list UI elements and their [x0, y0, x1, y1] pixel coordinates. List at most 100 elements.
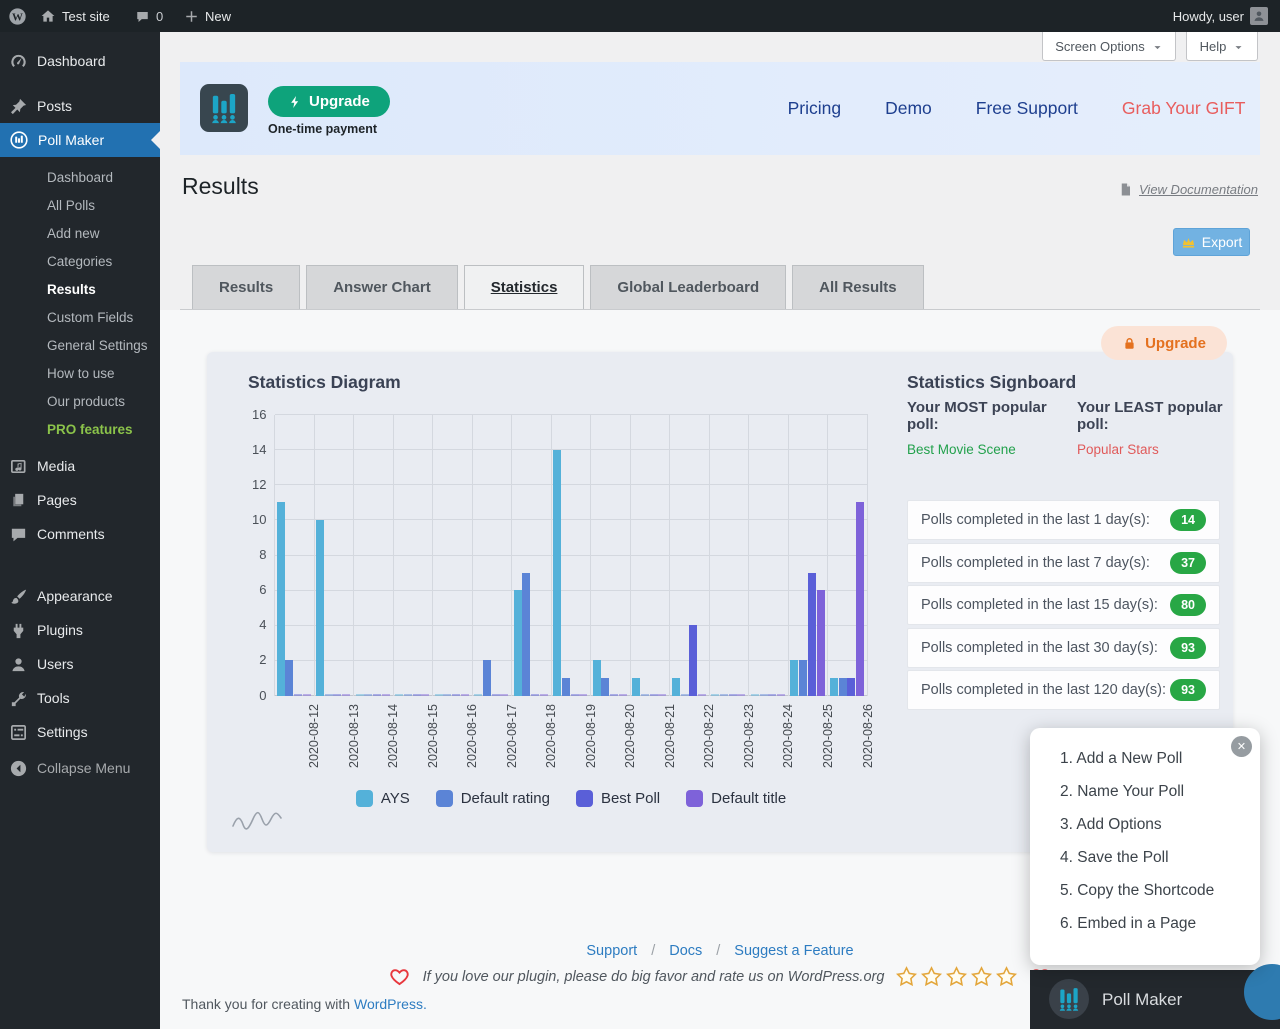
nav-link-demo[interactable]: Demo [885, 98, 932, 119]
crown-icon [1181, 235, 1196, 250]
signboard-title: Statistics Signboard [907, 372, 1076, 393]
sidebar-subitem-how-to-use[interactable]: How to use [0, 361, 160, 387]
results-tabs: ResultsAnswer ChartStatisticsGlobal Lead… [192, 265, 924, 309]
legend-item-ays[interactable]: AYS [356, 790, 410, 807]
bar-default-title-2020-08-18 [540, 694, 548, 696]
one-time-payment-note: One-time payment [268, 122, 398, 136]
sidebar-subitem-results[interactable]: Results [0, 277, 160, 303]
bar-default-rating-2020-08-22 [681, 694, 689, 696]
upgrade-button[interactable]: Upgrade [268, 86, 390, 117]
poll-maker-logo [200, 84, 248, 132]
nav-link-free-support[interactable]: Free Support [976, 98, 1078, 119]
legend-swatch [356, 790, 373, 807]
bar-default-rating-2020-08-18 [522, 573, 530, 696]
star-icon[interactable] [971, 966, 992, 987]
sidebar-subitem-pro-features[interactable]: PRO features [0, 417, 160, 443]
chart-title: Statistics Diagram [248, 372, 401, 393]
polls-completed-row: Polls completed in the last 15 day(s):80 [907, 585, 1220, 625]
legend-swatch [436, 790, 453, 807]
sidebar-item-pages[interactable]: Pages [0, 483, 160, 517]
x-axis-tick-label: 2020-08-17 [505, 704, 519, 794]
nav-link-grab-your-gift[interactable]: Grab Your GIFT [1122, 98, 1246, 119]
sidebar-item-appearance[interactable]: Appearance [0, 579, 160, 613]
bar-best-poll-2020-08-25 [808, 573, 816, 696]
comments-shortcut[interactable]: 0 [135, 0, 163, 32]
sidebar-item-users[interactable]: Users [0, 647, 160, 681]
sidebar-item-media[interactable]: Media [0, 449, 160, 483]
sidebar-item-comments[interactable]: Comments [0, 517, 160, 551]
sidebar-subitem-dashboard[interactable]: Dashboard [0, 165, 160, 191]
sidebar-subitem-our-products[interactable]: Our products [0, 389, 160, 415]
comments-count: 0 [156, 9, 163, 24]
help-button[interactable]: Help [1186, 32, 1258, 61]
bar-default-rating-2020-08-21 [641, 694, 649, 696]
close-icon[interactable]: ✕ [1231, 736, 1252, 757]
wp-admin-bar: W Test site 0 New Howdy, user [0, 0, 1280, 32]
legend-item-default-title[interactable]: Default title [686, 790, 786, 807]
sidebar-subitem-custom-fields[interactable]: Custom Fields [0, 305, 160, 331]
sidebar-item-tools[interactable]: Tools [0, 681, 160, 715]
polls-completed-row: Polls completed in the last 7 day(s):37 [907, 543, 1220, 583]
statistics-upgrade-pill[interactable]: Upgrade [1101, 326, 1227, 360]
sidebar-item-plugins[interactable]: Plugins [0, 613, 160, 647]
legend-item-default-rating[interactable]: Default rating [436, 790, 550, 807]
bar-ays-2020-08-21 [632, 678, 640, 696]
polls-completed-badge: 80 [1170, 594, 1206, 616]
screen-options-button[interactable]: Screen Options [1042, 32, 1176, 61]
sidebar-item-label: Pages [37, 492, 77, 508]
site-name-link[interactable]: Test site [40, 0, 110, 32]
legend-item-best-poll[interactable]: Best Poll [576, 790, 660, 807]
sidebar-subitem-categories[interactable]: Categories [0, 249, 160, 275]
poll-maker-results-page: W Test site 0 New Howdy, user Dashboard P… [0, 0, 1280, 1029]
polls-completed-label: Polls completed in the last 1 day(s): [921, 512, 1150, 528]
footer-link-support[interactable]: Support [586, 943, 637, 959]
home-icon [40, 8, 56, 24]
star-icon[interactable] [896, 966, 917, 987]
x-axis-tick-label: 2020-08-21 [663, 704, 677, 794]
star-icon[interactable] [996, 966, 1017, 987]
star-icon[interactable] [921, 966, 942, 987]
tab-results[interactable]: Results [192, 265, 300, 309]
tab-answer-chart[interactable]: Answer Chart [306, 265, 458, 309]
wp-admin-sidebar: DashboardPostsPoll MakerDashboardAll Pol… [0, 32, 160, 1029]
sidebar-item-label: Dashboard [37, 53, 106, 69]
tab-statistics[interactable]: Statistics [464, 265, 585, 309]
poll-maker-logo [1049, 979, 1089, 1019]
sidebar-item-dashboard[interactable]: Dashboard [0, 44, 160, 78]
comment-bubble-icon [135, 8, 150, 24]
tab-all-results[interactable]: All Results [792, 265, 924, 309]
gridline-v [788, 415, 789, 696]
bar-default-title-2020-08-17 [500, 694, 508, 696]
footer-link-suggest-a-feature[interactable]: Suggest a Feature [734, 943, 853, 959]
wordpress-link[interactable]: WordPress. [354, 996, 427, 1012]
bar-default-rating-2020-08-25 [799, 660, 807, 695]
legend-label: Default title [711, 790, 786, 807]
star-icon[interactable] [946, 966, 967, 987]
sidebar-subitem-all-polls[interactable]: All Polls [0, 193, 160, 219]
nav-link-pricing[interactable]: Pricing [788, 98, 842, 119]
export-button[interactable]: Export [1173, 228, 1250, 256]
tab-global-leaderboard[interactable]: Global Leaderboard [590, 265, 786, 309]
footer-link-docs[interactable]: Docs [669, 943, 702, 959]
svg-text:W: W [12, 11, 23, 23]
help-label: Help [1200, 39, 1227, 54]
view-documentation-link[interactable]: View Documentation [1118, 181, 1258, 197]
wordpress-menu[interactable]: W [8, 0, 27, 32]
sidebar-subitem-general-settings[interactable]: General Settings [0, 333, 160, 359]
sidebar-item-settings[interactable]: Settings [0, 715, 160, 749]
sidebar-subitem-add-new[interactable]: Add new [0, 221, 160, 247]
gridline-h [275, 660, 868, 661]
x-axis-tick-label: 2020-08-19 [584, 704, 598, 794]
new-content-menu[interactable]: New [184, 0, 231, 32]
y-axis-tick-label: 2 [233, 652, 267, 667]
gridline-v [709, 415, 710, 696]
bar-ays-2020-08-26 [830, 678, 838, 696]
user-avatar[interactable] [1250, 0, 1268, 32]
account-menu[interactable]: Howdy, user [1173, 0, 1244, 32]
collapse-menu-button[interactable]: Collapse Menu [0, 751, 160, 785]
sidebar-item-label: Users [37, 656, 74, 672]
sidebar-item-posts[interactable]: Posts [0, 89, 160, 123]
sidebar-item-poll-maker[interactable]: Poll Maker [0, 123, 160, 157]
person-icon [1252, 9, 1266, 23]
polls-completed-label: Polls completed in the last 120 day(s): [921, 682, 1166, 698]
